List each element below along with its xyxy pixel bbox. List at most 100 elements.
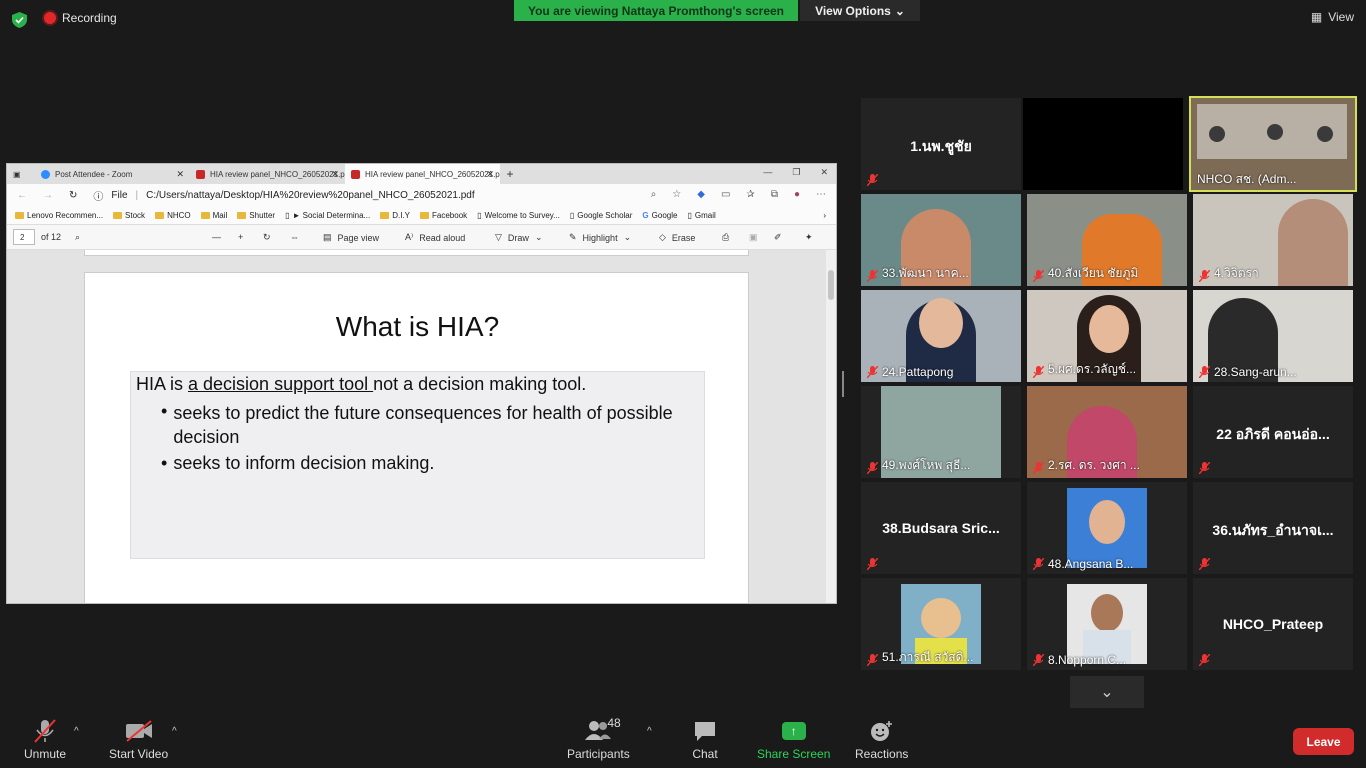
face-shape — [1091, 594, 1123, 632]
favorite-item[interactable]: Mail — [200, 211, 227, 220]
draw-button[interactable]: ▽ Draw ⌄ — [495, 232, 542, 243]
participant-tile[interactable]: 49.พงศ์โหพ สุธี... — [861, 386, 1021, 478]
forward-icon[interactable]: → — [43, 190, 53, 201]
reactions-button[interactable]: Reactions — [855, 718, 908, 761]
search-icon[interactable]: ⌕ — [75, 232, 80, 243]
participant-tile[interactable]: 38.Budsara Sric... — [861, 482, 1021, 574]
highlight-button[interactable]: ✎ Highlight ⌄ — [569, 232, 631, 243]
save-as-icon[interactable]: ✐ — [774, 232, 782, 243]
browser-tab-pdf-1[interactable]: HIA review panel_NHCO_26052021.pdf ✕ — [190, 164, 345, 184]
participant-tile[interactable]: 2.รศ. ดร. วงศา ... — [1027, 386, 1187, 478]
audio-options-caret[interactable]: ^ — [74, 726, 79, 737]
participant-tile[interactable]: 24.Pattapong — [861, 290, 1021, 382]
slide-title: What is HIA? — [335, 311, 500, 342]
shield-icon[interactable] — [12, 12, 27, 28]
participant-tile[interactable]: 22 อภิรดี คอนอ่อ... — [1193, 386, 1353, 478]
participants-options-caret[interactable]: ^ — [647, 726, 652, 737]
print-icon[interactable]: ⎙ — [722, 232, 729, 243]
mic-muted-icon — [867, 174, 878, 186]
unmute-button[interactable]: Unmute — [24, 718, 66, 761]
zoom-in-icon[interactable]: + — [238, 232, 243, 242]
profile-avatar[interactable]: ● — [794, 189, 800, 200]
participant-tile[interactable]: NHCO_Prateep — [1193, 578, 1353, 670]
collections-icon[interactable]: ⧉ — [771, 189, 778, 200]
zoom-icon[interactable]: ⌕ — [651, 189, 657, 200]
browser-tab-pdf-2[interactable]: HIA review panel_NHCO_26052021.pdf ✕ — [345, 164, 500, 184]
view-button[interactable]: ▦ View — [1311, 10, 1354, 24]
refresh-icon[interactable]: ↻ — [69, 190, 77, 201]
favorite-item[interactable]: G Google — [642, 211, 677, 220]
chevron-down-icon: ⌄ — [534, 232, 543, 242]
participant-tile[interactable]: 5.ผศ.ดร.วลัญช์... — [1027, 290, 1187, 382]
folder-icon — [113, 211, 123, 219]
favorite-item[interactable]: Facebook — [420, 211, 467, 220]
page-view-button[interactable]: ▤ Page view — [323, 232, 379, 243]
page-icon: ▯ — [687, 210, 692, 220]
participant-tile[interactable]: 36.นภัทร_อำนาจเ... — [1193, 482, 1353, 574]
scroll-thumb[interactable] — [828, 270, 834, 300]
favorite-item[interactable]: D.I.Y — [380, 211, 410, 220]
participant-tile[interactable]: 33.พัฒนา นาค... — [861, 194, 1021, 286]
back-icon[interactable]: ← — [17, 190, 27, 201]
close-window-icon[interactable]: ✕ — [820, 167, 828, 178]
participant-tile[interactable]: 4.วิจิตรา — [1193, 194, 1353, 286]
start-video-button[interactable]: Start Video — [109, 718, 168, 761]
leave-button[interactable]: Leave — [1293, 728, 1354, 755]
close-icon[interactable]: ✕ — [176, 169, 184, 180]
split-view-handle[interactable] — [842, 371, 844, 397]
extension-icon[interactable]: ◆ — [697, 189, 705, 200]
fit-page-icon[interactable]: ⇔ — [290, 232, 299, 242]
favorite-item[interactable]: ▯ ► Social Determina... — [285, 211, 370, 220]
pdf-scrollbar[interactable] — [826, 250, 836, 603]
participant-name: 38.Budsara Sric... — [882, 520, 1000, 536]
favorite-item[interactable]: ▯ Welcome to Survey... — [477, 211, 560, 220]
recording-indicator[interactable]: Recording — [44, 11, 117, 25]
favorite-item[interactable]: NHCO — [155, 211, 191, 220]
pin-icon[interactable]: ✦ — [805, 232, 813, 243]
page-total: of 12 — [41, 232, 62, 242]
browser-tab-zoom[interactable]: Post Attendee - Zoom ✕ — [35, 164, 190, 184]
participant-tile[interactable]: 1.นพ.ชูชัย — [861, 98, 1021, 190]
chat-button[interactable]: Chat — [690, 718, 720, 761]
zoom-out-icon[interactable]: — — [212, 232, 221, 242]
mic-muted-icon — [1199, 654, 1210, 666]
participant-tile[interactable]: 40.สังเวียน ชัยภูมิ — [1027, 194, 1187, 286]
participants-button[interactable]: 48 Participants — [567, 716, 630, 761]
erase-button[interactable]: ◇ Erase — [659, 232, 695, 243]
more-icon[interactable]: ⋯ — [816, 189, 826, 200]
share-screen-button[interactable]: ↑ Share Screen — [757, 718, 830, 761]
new-tab-button[interactable]: + — [500, 164, 520, 184]
read-aloud-button[interactable]: A⁾ Read aloud — [405, 232, 465, 243]
rotate-icon[interactable]: ↻ — [263, 232, 271, 243]
participant-tile[interactable]: 48.Angsana B... — [1027, 482, 1187, 574]
restore-icon[interactable]: ❐ — [792, 167, 800, 178]
chevron-right-icon[interactable]: › — [823, 211, 826, 220]
mic-muted-icon — [1033, 558, 1044, 570]
participant-tile-active[interactable]: NHCO สช. (Adm... — [1189, 96, 1357, 192]
video-options-caret[interactable]: ^ — [172, 726, 177, 737]
participant-tile[interactable]: 8.Nopporn C... — [1027, 578, 1187, 670]
gallery-next-page-button[interactable]: ⌄ — [1070, 676, 1144, 708]
close-icon[interactable]: ✕ — [486, 169, 494, 180]
pdf-viewer[interactable]: What is HIA? HIA is a decision support t… — [7, 250, 836, 603]
view-options-button[interactable]: View Options ⌄ — [800, 0, 920, 21]
favorite-item[interactable]: ▯ Google Scholar — [570, 211, 633, 220]
favorites-icon[interactable]: ✰ — [746, 189, 754, 200]
favorite-item[interactable]: Shutter — [237, 211, 275, 220]
mic-muted-icon — [30, 718, 60, 744]
tab-actions-icon[interactable]: ▣ — [7, 164, 35, 184]
minimize-icon[interactable]: — — [763, 167, 772, 178]
reading-mode-icon[interactable]: ▭ — [721, 189, 730, 200]
save-icon[interactable]: ▣ — [749, 232, 758, 243]
favorite-star-icon[interactable]: ☆ — [672, 189, 681, 200]
participant-tile-blank[interactable] — [1023, 98, 1183, 190]
close-icon[interactable]: ✕ — [331, 169, 339, 180]
participant-tile[interactable]: 28.Sang-arun... — [1193, 290, 1353, 382]
participant-tile[interactable]: 51.ภารณี สวัสดิ... — [861, 578, 1021, 670]
favorite-item[interactable]: Lenovo Recommen... — [15, 211, 103, 220]
participant-name: 28.Sang-arun... — [1214, 365, 1297, 379]
page-number-input[interactable]: 2 — [13, 229, 35, 245]
favorite-item[interactable]: Stock — [113, 211, 145, 220]
url-field[interactable]: ⓘ File | C:/Users/nattaya/Desktop/HIA%20… — [93, 188, 474, 203]
favorite-item[interactable]: ▯ Gmail — [687, 211, 715, 220]
